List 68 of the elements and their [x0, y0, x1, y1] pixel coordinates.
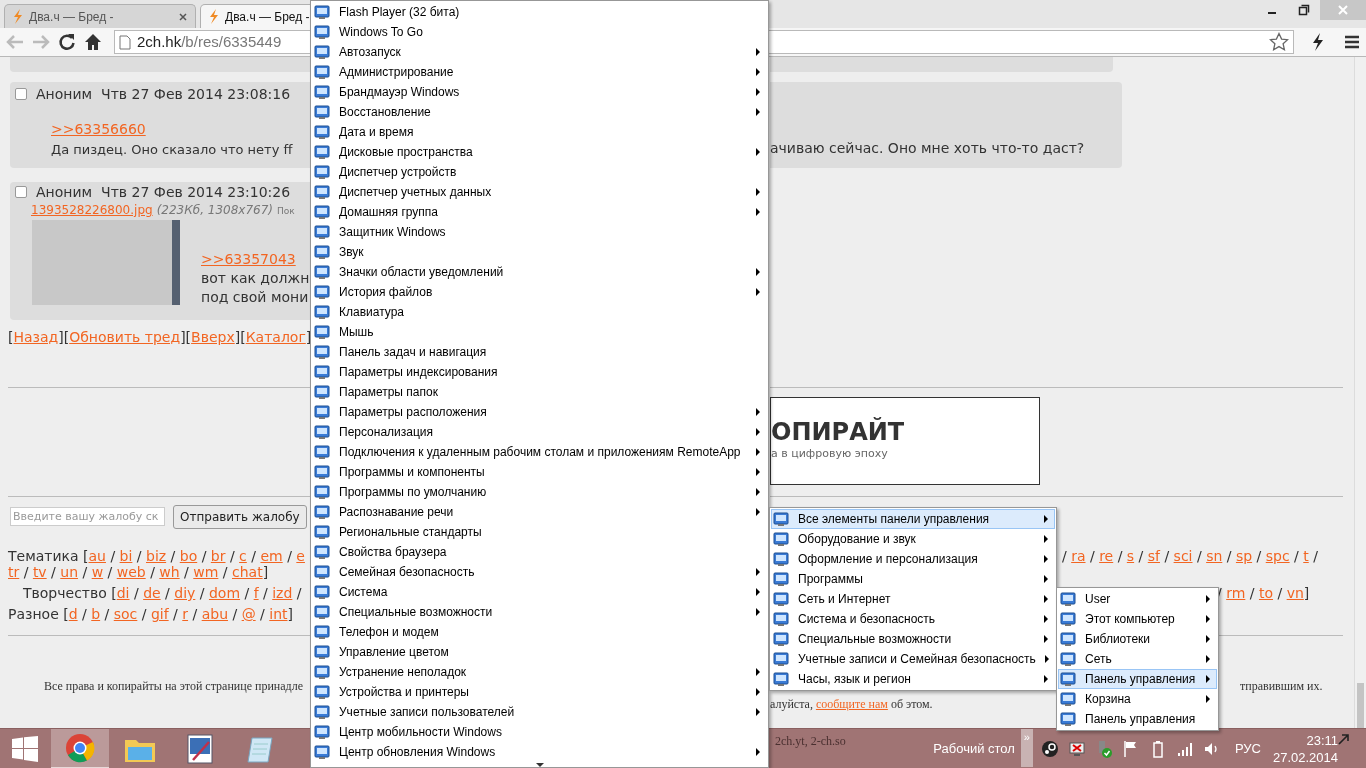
separator-text: /	[1276, 585, 1284, 601]
separator-text: /	[228, 548, 236, 564]
separator-text: /	[1225, 548, 1233, 564]
separator-text: ]	[287, 606, 293, 622]
separator-text: Творчество [	[23, 585, 117, 601]
post-date: Чтв 27 Фев 2014 23:10:26	[101, 182, 291, 202]
separator-text: /	[81, 564, 89, 580]
separator-text: /	[295, 585, 302, 601]
separator-text: /	[1116, 548, 1124, 564]
separator-text: /	[286, 548, 293, 564]
separator-text: /	[140, 606, 148, 622]
separator-text: /	[22, 564, 30, 580]
separator-text: /	[132, 585, 140, 601]
separator-text: [	[8, 328, 14, 347]
separator-text: об этом.	[889, 696, 933, 713]
separator-text: /	[164, 585, 171, 601]
separator-text: ][	[180, 328, 192, 347]
file-info: (223Кб, 1308x767)	[156, 202, 273, 219]
separator-text: /	[109, 548, 117, 564]
separator-text: ]	[1303, 585, 1310, 601]
post-text: Да пиздец. Оно сказало что нету ff	[51, 142, 293, 157]
separator-text: /	[198, 585, 206, 601]
separator-text: /	[1163, 548, 1171, 564]
post-text: вот как должн	[201, 269, 310, 288]
separator-text: ]	[305, 328, 312, 347]
separator-text: /	[135, 548, 143, 564]
post-author: Аноним	[36, 84, 93, 104]
footer-text: 2ch.yt, 2-ch.so	[775, 733, 846, 750]
separator-text: /	[200, 548, 208, 564]
file-action: Пок	[277, 205, 295, 218]
post-text: ачиваю сейчас. Оно мне хоть что-то даст?	[770, 140, 1085, 156]
separator-text: алуйста,	[770, 696, 814, 713]
separator-text: /	[103, 606, 111, 622]
separator-text: /	[221, 564, 229, 580]
separator-text: /	[50, 564, 57, 580]
separator-text: /	[191, 606, 199, 622]
post-text: под свой мони	[201, 288, 310, 307]
separator-text: /	[231, 606, 239, 622]
separator-text: /	[1062, 548, 1068, 564]
separator-text: Разное [	[8, 606, 69, 622]
separator-text: Тематика [	[8, 548, 89, 564]
separator-text: /	[1293, 548, 1300, 564]
separator-text: /	[149, 564, 156, 580]
separator-text: ]	[262, 564, 269, 580]
footer-text: тправившим их.	[1240, 678, 1323, 695]
separator-text: /	[1248, 585, 1256, 601]
separator-text: ][	[58, 328, 70, 347]
separator-text: /	[1137, 548, 1145, 564]
post-author: Аноним	[36, 182, 93, 202]
ad-title: ОПИРАЙТ	[771, 418, 906, 446]
separator-text: /	[106, 564, 114, 580]
separator-text: /	[81, 606, 88, 622]
separator-text: /	[169, 548, 177, 564]
separator-text: /	[1088, 548, 1096, 564]
separator-text: /	[262, 585, 269, 601]
separator-text: ][	[234, 328, 246, 347]
separator-text: /	[250, 548, 257, 564]
separator-text: /	[259, 606, 266, 622]
separator-text: /	[1255, 548, 1263, 564]
desktop-toolbar-label: Рабочий стол	[933, 739, 1015, 758]
separator-text: /	[172, 606, 179, 622]
separator-text: /	[183, 564, 190, 580]
ad-subtitle: а в цифровую эпоху	[771, 446, 889, 462]
footer-text: Все права и копирайты на этой странице принадле	[44, 679, 303, 693]
separator-text: /	[243, 585, 251, 601]
separator-text: /	[1195, 548, 1203, 564]
post-date: Чтв 27 Фев 2014 23:08:16	[101, 84, 291, 104]
separator-text: /	[1312, 548, 1318, 564]
